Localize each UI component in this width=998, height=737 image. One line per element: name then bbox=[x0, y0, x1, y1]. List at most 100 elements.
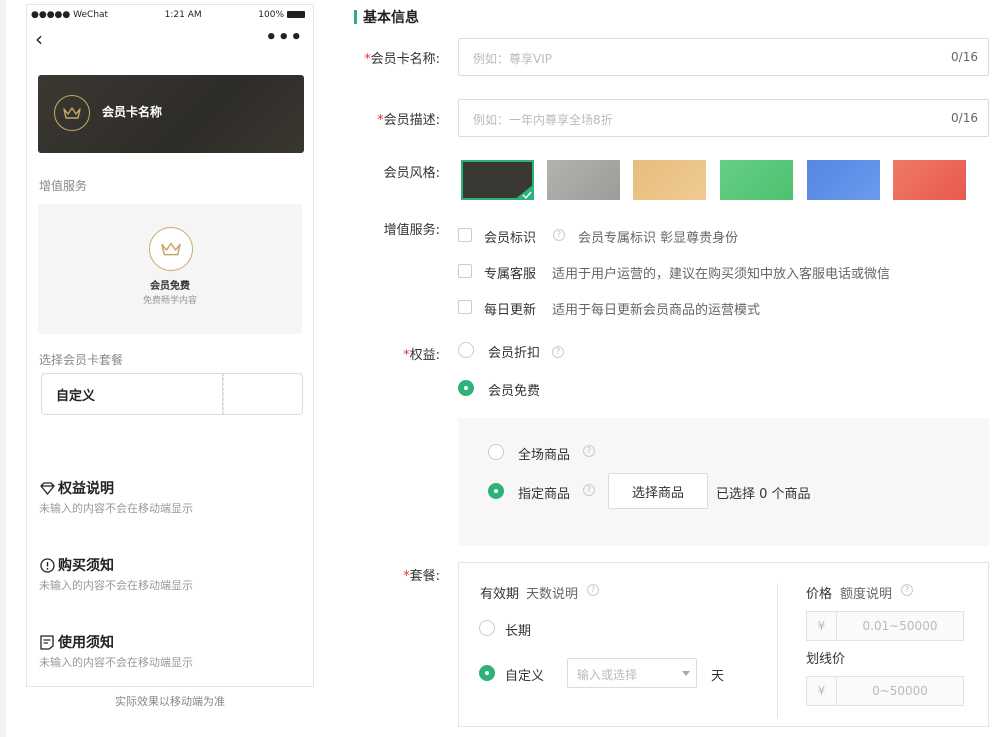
rights-scope-box bbox=[458, 418, 989, 546]
service-daily-name: 每日更新 bbox=[484, 303, 537, 318]
strike-price-input[interactable]: ¥ 0~50000 bbox=[806, 676, 964, 706]
style-swatch-dark[interactable] bbox=[461, 160, 534, 200]
status-time: 1:21 AM bbox=[164, 10, 202, 20]
preview-footer-note: 实际效果以移动端为准 bbox=[115, 695, 225, 708]
scope-specified-label: 指定商品 bbox=[518, 487, 571, 502]
help-icon[interactable]: ? bbox=[553, 229, 565, 241]
heading-text: 基本信息 bbox=[363, 10, 419, 26]
status-bar: ●●●●● WeChat 1:21 AM 100% bbox=[27, 5, 313, 25]
card-name-input[interactable]: 例如：尊享VIP 0/16 bbox=[458, 38, 989, 76]
battery-icon bbox=[287, 11, 305, 18]
usage-title: 使用须知 bbox=[58, 635, 114, 651]
scope-radio-all[interactable] bbox=[488, 444, 504, 460]
phone-navbar: ‹ ••• bbox=[27, 25, 313, 53]
usage-desc: 未输入的内容不会在移动端显示 bbox=[39, 656, 193, 669]
service-checkbox-daily[interactable] bbox=[458, 300, 472, 314]
section-heading: 基本信息 bbox=[354, 7, 419, 27]
heading-accent-bar bbox=[354, 10, 357, 24]
price-input[interactable]: ¥ 0.01~50000 bbox=[806, 611, 964, 641]
select-goods-button[interactable]: 选择商品 bbox=[608, 473, 708, 509]
card-desc-input[interactable]: 例如：一年内尊享全场8折 0/16 bbox=[458, 99, 989, 137]
help-icon[interactable]: ? bbox=[583, 445, 595, 457]
currency-icon: ¥ bbox=[807, 677, 837, 705]
rights-title: 权益说明 bbox=[58, 481, 114, 497]
back-icon[interactable]: ‹ bbox=[35, 29, 43, 49]
desc-label-text: 会员描述: bbox=[383, 113, 440, 128]
selected-count-text: 已选择 0 个商品 bbox=[716, 487, 811, 502]
package-option-empty[interactable] bbox=[223, 373, 303, 415]
battery-percent: 100% bbox=[258, 10, 284, 20]
service-support-name: 专属客服 bbox=[484, 267, 537, 282]
crown-icon bbox=[54, 95, 90, 131]
diamond-icon bbox=[39, 480, 55, 496]
more-icon[interactable]: ••• bbox=[265, 27, 303, 48]
strike-price-label: 划线价 bbox=[806, 652, 846, 667]
style-swatch-blue[interactable] bbox=[807, 160, 880, 200]
rights-label: *权益: bbox=[403, 344, 440, 363]
service-support-desc: 适用于用户运营的，建议在购买须知中放入客服电话或微信 bbox=[552, 267, 891, 282]
price-placeholder: 0.01~50000 bbox=[862, 619, 938, 633]
purchase-title: 购买须知 bbox=[58, 558, 114, 574]
help-icon[interactable]: ? bbox=[587, 584, 599, 596]
crown-icon bbox=[149, 227, 193, 271]
price-label: 价格 bbox=[806, 587, 833, 602]
rights-radio-free[interactable] bbox=[458, 380, 474, 396]
days-select[interactable]: 输入或选择 bbox=[567, 658, 697, 688]
info-usage: 使用须知 未输入的内容不会在移动端显示 bbox=[39, 632, 309, 670]
package-option-custom[interactable]: 自定义 bbox=[41, 373, 223, 415]
info-purchase: 购买须知 未输入的内容不会在移动端显示 bbox=[39, 555, 309, 593]
purchase-desc: 未输入的内容不会在移动端显示 bbox=[39, 579, 193, 592]
validity-custom-label: 自定义 bbox=[505, 669, 545, 684]
currency-icon: ¥ bbox=[807, 612, 837, 640]
rights-free-label: 会员免费 bbox=[488, 384, 541, 399]
name-label-text: 会员卡名称: bbox=[370, 52, 440, 67]
status-carrier: ●●●●● WeChat bbox=[31, 10, 109, 20]
card-name-placeholder: 例如：尊享VIP bbox=[473, 52, 552, 66]
scope-radio-specified[interactable] bbox=[488, 483, 504, 499]
exclamation-circle-icon bbox=[39, 557, 55, 573]
service-checkbox-badge[interactable] bbox=[458, 228, 472, 242]
card-desc-count: 0/16 bbox=[951, 111, 978, 125]
value-service-title: 增值服务 bbox=[39, 179, 88, 193]
service-title: 会员免费 bbox=[150, 281, 190, 292]
rights-radio-discount[interactable] bbox=[458, 342, 474, 358]
services-label: 增值服务: bbox=[383, 223, 440, 238]
days-desc-label: 天数说明 bbox=[526, 587, 579, 602]
package-label-text: 套餐: bbox=[409, 569, 440, 584]
service-desc: 免费畅学内容 bbox=[142, 296, 197, 306]
name-label: *会员卡名称: bbox=[364, 48, 440, 67]
package-options: 自定义 bbox=[41, 373, 303, 415]
rights-label-text: 权益: bbox=[409, 348, 440, 363]
style-swatch-gray[interactable] bbox=[547, 160, 620, 200]
desc-label: *会员描述: bbox=[377, 109, 440, 128]
card-desc-placeholder: 例如：一年内尊享全场8折 bbox=[473, 113, 613, 127]
info-rights: 权益说明 未输入的内容不会在移动端显示 bbox=[39, 478, 309, 516]
document-icon bbox=[39, 634, 55, 650]
validity-radio-long[interactable] bbox=[479, 620, 495, 636]
page: ●●●●● WeChat 1:21 AM 100% ‹ ••• 会员卡名称 增值… bbox=[0, 0, 998, 737]
check-icon bbox=[514, 184, 534, 200]
help-icon[interactable]: ? bbox=[583, 484, 595, 496]
service-badge-name: 会员标识 bbox=[484, 231, 537, 246]
style-swatch-red[interactable] bbox=[893, 160, 966, 200]
help-icon[interactable]: ? bbox=[552, 346, 564, 358]
rights-desc: 未输入的内容不会在移动端显示 bbox=[39, 502, 193, 515]
left-edge-bar bbox=[0, 0, 6, 737]
status-battery: 100% bbox=[258, 10, 305, 20]
style-label: 会员风格: bbox=[383, 166, 440, 181]
validity-radio-custom[interactable] bbox=[479, 665, 495, 681]
member-card-preview: 会员卡名称 bbox=[38, 75, 304, 153]
chevron-down-icon bbox=[682, 671, 690, 676]
rights-discount-label: 会员折扣 bbox=[488, 346, 541, 361]
validity-long-label: 长期 bbox=[505, 624, 532, 639]
style-swatch-green[interactable] bbox=[720, 160, 793, 200]
card-name-count: 0/16 bbox=[951, 50, 978, 64]
days-unit: 天 bbox=[711, 669, 725, 684]
service-daily-desc: 适用于每日更新会员商品的运营模式 bbox=[552, 303, 761, 318]
help-icon[interactable]: ? bbox=[901, 584, 913, 596]
scope-all-label: 全场商品 bbox=[518, 448, 571, 463]
phone-preview: ●●●●● WeChat 1:21 AM 100% ‹ ••• 会员卡名称 增值… bbox=[26, 4, 314, 687]
package-title: 选择会员卡套餐 bbox=[39, 353, 124, 367]
style-swatch-gold[interactable] bbox=[633, 160, 706, 200]
service-checkbox-support[interactable] bbox=[458, 264, 472, 278]
